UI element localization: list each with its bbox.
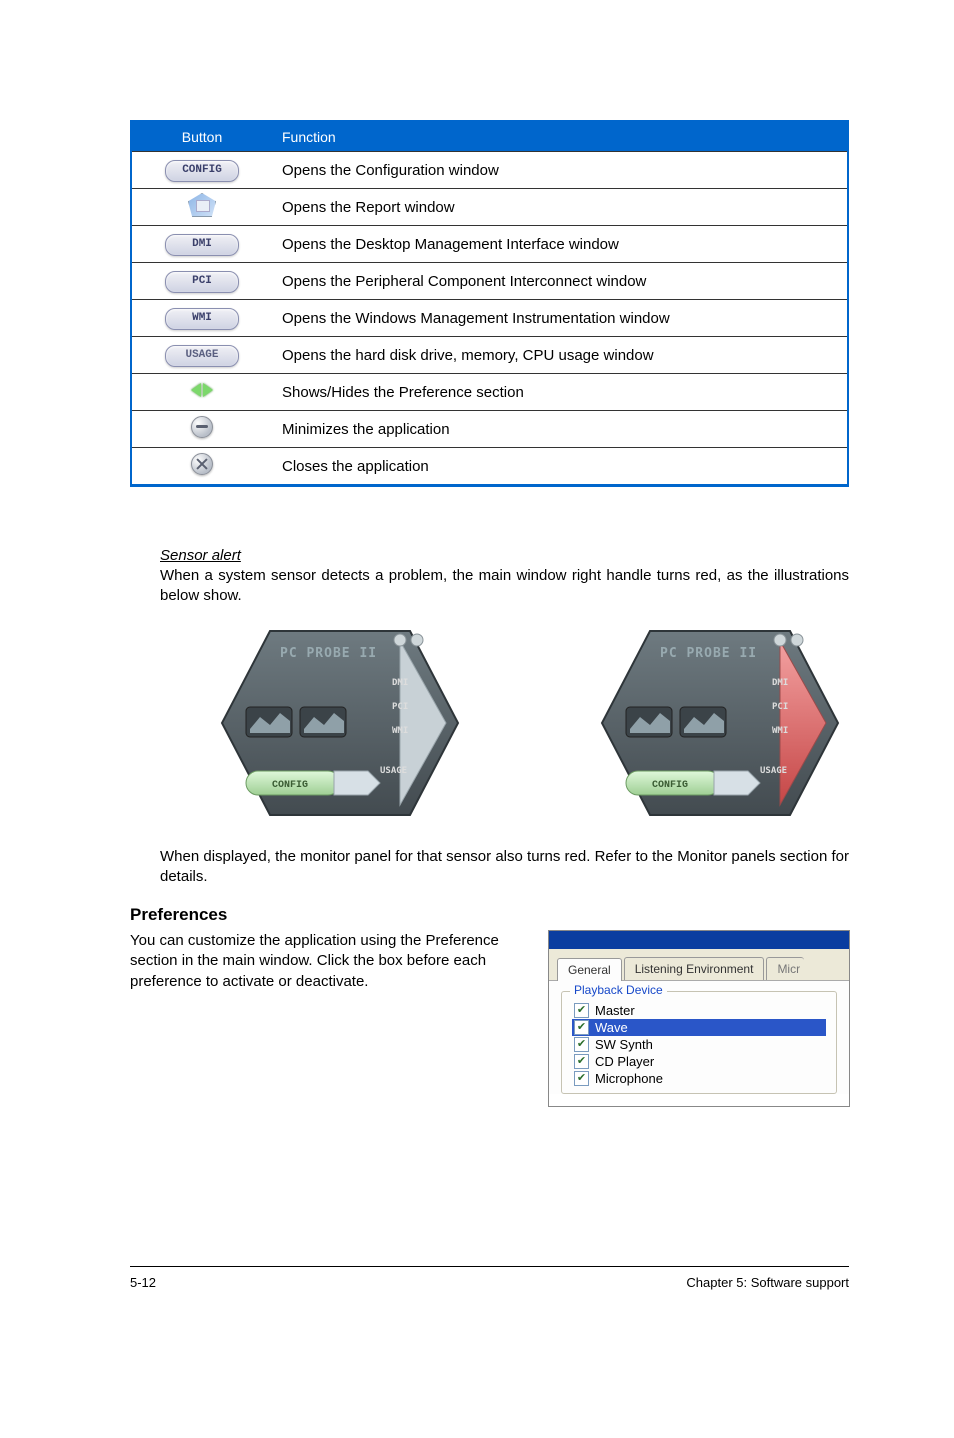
svg-text:PC PROBE II: PC PROBE II bbox=[660, 646, 757, 661]
window-titlebar bbox=[549, 931, 849, 949]
svg-text:USAGE: USAGE bbox=[380, 766, 407, 776]
table-row: DMI Opens the Desktop Management Interfa… bbox=[131, 226, 848, 263]
sensor-alert-heading: Sensor alert bbox=[160, 547, 849, 564]
svg-text:CONFIG: CONFIG bbox=[652, 780, 688, 791]
option-label: CD Player bbox=[595, 1054, 654, 1069]
svg-text:USAGE: USAGE bbox=[760, 766, 787, 776]
table-func: Opens the Report window bbox=[272, 189, 848, 226]
option-master[interactable]: ✔ Master bbox=[572, 1002, 826, 1019]
svg-text:DMI: DMI bbox=[772, 678, 788, 688]
probe-window-normal: PC PROBE II DMI PCI WMI USAGE bbox=[200, 623, 460, 823]
wmi-button-icon: WMI bbox=[165, 308, 239, 330]
checkbox-icon[interactable]: ✔ bbox=[574, 1071, 589, 1086]
probe-window-alert: PC PROBE II DMI PCI WMI USAGE bbox=[580, 623, 840, 823]
svg-text:PCI: PCI bbox=[392, 702, 408, 712]
usage-button-icon: USAGE bbox=[165, 345, 239, 367]
option-label: Microphone bbox=[595, 1071, 663, 1086]
checkbox-icon[interactable]: ✔ bbox=[574, 1020, 589, 1035]
svg-text:WMI: WMI bbox=[392, 726, 408, 736]
sensor-alert-para1: When a system sensor detects a problem, … bbox=[160, 566, 849, 607]
table-row: Minimizes the application bbox=[131, 411, 848, 448]
table-row: WMI Opens the Windows Management Instrum… bbox=[131, 300, 848, 337]
option-label: SW Synth bbox=[595, 1037, 653, 1052]
minimize-icon bbox=[191, 416, 213, 438]
option-wave[interactable]: ✔ Wave bbox=[572, 1019, 826, 1036]
tab-listening-environment[interactable]: Listening Environment bbox=[624, 957, 765, 980]
table-func: Opens the hard disk drive, memory, CPU u… bbox=[272, 337, 848, 374]
preferences-para: You can customize the application using … bbox=[130, 931, 519, 992]
preferences-panel-screenshot: General Listening Environment Micr Playb… bbox=[549, 931, 849, 1106]
toggle-arrows-icon bbox=[191, 383, 213, 397]
table-row: CONFIG Opens the Configuration window bbox=[131, 152, 848, 189]
table-row: USAGE Opens the hard disk drive, memory,… bbox=[131, 337, 848, 374]
table-func: Opens the Windows Management Instrumenta… bbox=[272, 300, 848, 337]
table-row: Opens the Report window bbox=[131, 189, 848, 226]
playback-device-group: Playback Device ✔ Master ✔ Wave ✔ SW Syn… bbox=[561, 991, 837, 1094]
option-cd-player[interactable]: ✔ CD Player bbox=[572, 1053, 826, 1070]
sensor-alert-para2: When displayed, the monitor panel for th… bbox=[160, 847, 849, 888]
chapter-label: Chapter 5: Software support bbox=[686, 1275, 849, 1290]
svg-text:PCI: PCI bbox=[772, 702, 788, 712]
table-func: Closes the application bbox=[272, 448, 848, 486]
svg-text:WMI: WMI bbox=[772, 726, 788, 736]
option-label: Wave bbox=[595, 1020, 628, 1035]
table-row: Closes the application bbox=[131, 448, 848, 486]
probe-title: PC PROBE II bbox=[280, 646, 377, 661]
groupbox-legend: Playback Device bbox=[570, 983, 667, 997]
svg-text:CONFIG: CONFIG bbox=[272, 780, 308, 791]
tab-microphone[interactable]: Micr bbox=[766, 957, 804, 980]
dmi-button-icon: DMI bbox=[165, 234, 239, 256]
checkbox-icon[interactable]: ✔ bbox=[574, 1037, 589, 1052]
button-function-table: Button Function CONFIG Opens the Configu… bbox=[130, 120, 849, 487]
checkbox-icon[interactable]: ✔ bbox=[574, 1003, 589, 1018]
option-microphone[interactable]: ✔ Microphone bbox=[572, 1070, 826, 1087]
page-number: 5-12 bbox=[130, 1275, 156, 1290]
close-icon bbox=[191, 453, 213, 475]
table-header-button: Button bbox=[131, 122, 272, 152]
preferences-heading: Preferences bbox=[130, 905, 849, 925]
table-func: Opens the Desktop Management Interface w… bbox=[272, 226, 848, 263]
table-func: Opens the Configuration window bbox=[272, 152, 848, 189]
pci-button-icon: PCI bbox=[165, 271, 239, 293]
table-row: Shows/Hides the Preference section bbox=[131, 374, 848, 411]
table-func: Minimizes the application bbox=[272, 411, 848, 448]
table-header-function: Function bbox=[272, 122, 848, 152]
svg-text:DMI: DMI bbox=[392, 678, 408, 688]
table-row: PCI Opens the Peripheral Component Inter… bbox=[131, 263, 848, 300]
table-func: Opens the Peripheral Component Interconn… bbox=[272, 263, 848, 300]
option-sw-synth[interactable]: ✔ SW Synth bbox=[572, 1036, 826, 1053]
tab-general[interactable]: General bbox=[557, 958, 622, 981]
table-func: Shows/Hides the Preference section bbox=[272, 374, 848, 411]
checkbox-icon[interactable]: ✔ bbox=[574, 1054, 589, 1069]
option-label: Master bbox=[595, 1003, 635, 1018]
config-button-icon: CONFIG bbox=[165, 160, 239, 182]
report-button-icon bbox=[188, 193, 216, 217]
